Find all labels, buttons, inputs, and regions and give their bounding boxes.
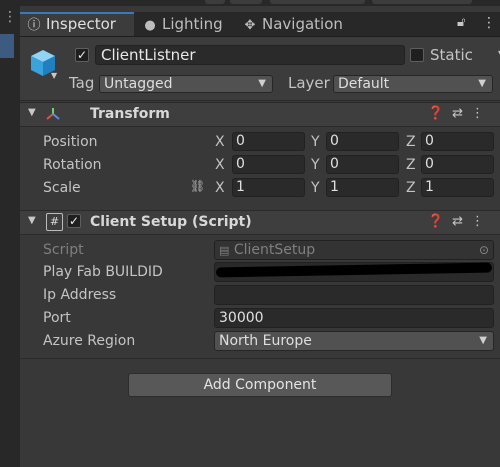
tag-dropdown[interactable]: Untagged ▼ bbox=[99, 75, 273, 93]
axis-y-label[interactable]: Y bbox=[311, 134, 320, 150]
script-label: Script bbox=[43, 242, 84, 258]
tag-label: Tag bbox=[69, 74, 95, 92]
port-field[interactable]: 30000 bbox=[214, 308, 494, 328]
object-name-field[interactable]: ClientListner bbox=[95, 45, 405, 65]
chevron-down-icon: ▼ bbox=[479, 335, 487, 346]
transform-title: Transform bbox=[90, 106, 170, 122]
transform-icon bbox=[46, 108, 60, 120]
azure-region-value: North Europe bbox=[219, 333, 312, 349]
fold-arrow-icon[interactable]: ▼ bbox=[28, 107, 36, 118]
script-value: ClientSetup bbox=[233, 242, 316, 258]
position-y-field[interactable]: 0 bbox=[326, 132, 399, 151]
info-icon: ⓘ bbox=[27, 18, 41, 33]
client-setup-header[interactable]: ▼ # ✓ Client Setup (Script) ❓⇄⋮ bbox=[20, 210, 500, 235]
kebab-menu-icon: ⋮ bbox=[471, 214, 492, 229]
inspector-panel: ⓘ Inspector ● Lighting ✥ Navigation 🔓︎ ⋮ ▼ … bbox=[20, 6, 500, 467]
add-component-button[interactable]: Add Component bbox=[128, 373, 392, 397]
tab-lighting[interactable]: ● Lighting bbox=[136, 12, 234, 36]
script-enabled-checkbox[interactable]: ✓ bbox=[67, 214, 81, 228]
axis-z-label[interactable]: Z bbox=[406, 157, 416, 173]
tab-inspector[interactable]: ⓘ Inspector bbox=[20, 12, 134, 36]
axis-z-label[interactable]: Z bbox=[406, 134, 416, 150]
lock-icon[interactable]: 🔓︎ bbox=[457, 15, 465, 30]
rotation-x-field[interactable]: 0 bbox=[232, 155, 305, 174]
azure-region-dropdown[interactable]: North Europe ▼ bbox=[214, 331, 494, 351]
chevron-down-icon: ▼ bbox=[478, 78, 486, 89]
layer-value: Default bbox=[338, 76, 390, 92]
layer-label: Layer bbox=[288, 74, 330, 92]
tab-lighting-label: Lighting bbox=[162, 15, 223, 33]
position-x-field[interactable]: 0 bbox=[232, 132, 305, 151]
component-header-icons[interactable]: ❓⇄⋮ bbox=[428, 106, 492, 121]
preset-icon: ⇄ bbox=[452, 214, 471, 229]
rotation-z-field[interactable]: 0 bbox=[421, 155, 494, 174]
axis-y-label[interactable]: Y bbox=[311, 157, 320, 173]
port-label: Port bbox=[43, 310, 71, 326]
gameobject-header: ▼ ✓ ClientListner Static ▾ Tag Untagged … bbox=[20, 37, 500, 101]
axis-y-label[interactable]: Y bbox=[311, 180, 320, 196]
position-label: Position bbox=[43, 134, 98, 150]
static-label: Static bbox=[430, 46, 473, 64]
hierarchy-selected-item[interactable] bbox=[0, 34, 14, 58]
fold-arrow-icon[interactable]: ▼ bbox=[28, 215, 36, 226]
preset-icon: ⇄ bbox=[452, 106, 471, 121]
help-icon: ❓ bbox=[427, 214, 453, 229]
axis-x-label[interactable]: X bbox=[215, 134, 225, 150]
script-icon: # bbox=[46, 213, 63, 231]
scale-z-field[interactable]: 1 bbox=[421, 178, 494, 197]
azure-region-label: Azure Region bbox=[43, 333, 136, 349]
playfab-buildid-label: Play Fab BUILDID bbox=[43, 264, 163, 280]
transform-header[interactable]: ▼ Transform ❓⇄⋮ bbox=[20, 102, 500, 127]
kebab-menu-icon[interactable]: ⋮ bbox=[482, 15, 496, 31]
help-icon: ❓ bbox=[427, 106, 453, 121]
tab-navigation[interactable]: ✥ Navigation bbox=[236, 12, 356, 36]
scale-y-field[interactable]: 1 bbox=[326, 178, 399, 197]
ip-address-label: Ip Address bbox=[43, 287, 117, 303]
kebab-menu-icon: ⋮ bbox=[471, 106, 492, 121]
axis-x-label[interactable]: X bbox=[215, 157, 225, 173]
position-z-field[interactable]: 0 bbox=[421, 132, 494, 151]
divider bbox=[20, 358, 500, 359]
scale-label: Scale bbox=[43, 180, 81, 196]
icon-dropdown-icon[interactable]: ▼ bbox=[51, 71, 57, 80]
layer-dropdown[interactable]: Default ▼ bbox=[333, 75, 493, 93]
rotation-label: Rotation bbox=[43, 157, 102, 173]
left-panel-strip: ⋮ bbox=[0, 0, 20, 467]
object-picker-icon[interactable]: ⊙ bbox=[479, 241, 489, 259]
client-setup-title: Client Setup (Script) bbox=[90, 214, 252, 230]
scale-x-field[interactable]: 1 bbox=[232, 178, 305, 197]
script-file-icon: ▤ bbox=[219, 244, 230, 257]
active-checkbox[interactable]: ✓ bbox=[75, 48, 89, 62]
chevron-down-icon: ▼ bbox=[258, 78, 266, 89]
component-header-icons[interactable]: ❓⇄⋮ bbox=[428, 214, 492, 229]
kebab-menu-icon[interactable]: ⋮ bbox=[3, 10, 17, 24]
static-checkbox[interactable] bbox=[410, 48, 424, 62]
tab-bar: ⓘ Inspector ● Lighting ✥ Navigation 🔓︎ ⋮ bbox=[20, 12, 500, 37]
tag-value: Untagged bbox=[104, 76, 173, 92]
rotation-y-field[interactable]: 0 bbox=[326, 155, 399, 174]
script-field: ▤ ClientSetup ⊙ bbox=[214, 240, 494, 260]
axis-z-label[interactable]: Z bbox=[406, 180, 416, 196]
navigation-icon: ✥ bbox=[244, 18, 256, 33]
axis-x-label[interactable]: X bbox=[215, 180, 225, 196]
ip-address-field[interactable] bbox=[214, 285, 494, 305]
link-icon[interactable]: ⛓ bbox=[190, 179, 205, 193]
tab-inspector-label: Inspector bbox=[46, 15, 116, 33]
tab-navigation-label: Navigation bbox=[262, 15, 343, 33]
bulb-icon: ● bbox=[144, 18, 156, 33]
